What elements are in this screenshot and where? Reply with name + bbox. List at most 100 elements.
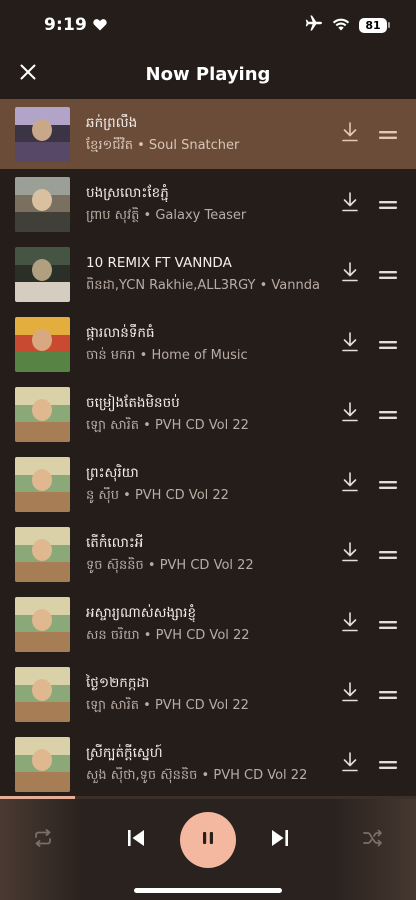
album-art-band — [15, 701, 70, 722]
download-icon — [342, 752, 358, 776]
player-controls — [0, 796, 416, 900]
drag-handle[interactable] — [378, 194, 398, 214]
download-button[interactable] — [340, 542, 360, 564]
track-title: ឆក់ព្រលឹង — [86, 114, 138, 131]
skip-previous-icon — [126, 829, 146, 851]
track-actions — [330, 332, 416, 356]
home-indicator — [134, 888, 282, 893]
pause-button[interactable] — [180, 812, 236, 868]
album-art-figure — [32, 398, 52, 421]
track-row[interactable]: ផ្ការលាន់ទឹកធំ ចាន់ មករា • Home of Music — [0, 309, 416, 379]
track-subtitle: សួង ស៊ីថា,ទូច ស៊ុននិច • PVH CD Vol 22 — [86, 767, 308, 783]
track-title: អស្ចារ្យណាស់សង្សារខ្ញុំ — [86, 604, 197, 621]
download-button[interactable] — [340, 752, 360, 776]
status-time-group: 9:19 — [44, 15, 107, 35]
drag-handle-icon — [379, 405, 397, 424]
track-meta: តើកំលោះអី ទូច ស៊ុននិច • PVH CD Vol 22 — [86, 534, 330, 575]
shuffle-button[interactable] — [359, 826, 387, 854]
track-meta: 10 REMIX FT VANNDA ពិនដា,YCN Rakhie,ALL3R… — [86, 254, 330, 295]
track-meta: បងស្រលោះខែភ្ជុំ ព្រាប សុវត្ថិ • Galaxy Te… — [86, 184, 330, 225]
download-button[interactable] — [340, 192, 360, 216]
track-row[interactable]: អស្ចារ្យណាស់សង្សារខ្ញុំសន ចរិយា • PVH CD… — [0, 589, 416, 659]
drag-handle-icon — [379, 335, 397, 354]
close-button[interactable] — [14, 60, 42, 88]
track-subtitle: នូ ស៊ីប • PVH CD Vol 22 — [86, 487, 229, 503]
album-art-figure — [32, 608, 52, 631]
repeat-button[interactable] — [29, 826, 57, 854]
track-row[interactable]: ព្រះសុរិយានូ ស៊ីប • PVH CD Vol 22 — [0, 449, 416, 519]
track-row[interactable]: បងស្រលោះខែភ្ជុំ ព្រាប សុវត្ថិ • Galaxy Te… — [0, 169, 416, 239]
drag-handle[interactable] — [378, 264, 398, 284]
drag-handle[interactable] — [378, 404, 398, 424]
next-button[interactable] — [266, 826, 294, 854]
track-row-active[interactable]: ឆក់ព្រលឹង ខ្មែរ១ជីវិត • Soul Snatcher — [0, 99, 416, 169]
track-title: តើកំលោះអី — [86, 534, 144, 551]
status-time: 9:19 — [44, 15, 88, 35]
pause-icon — [200, 830, 216, 850]
track-subtitle: ឡោ សារិត • PVH CD Vol 22 — [86, 417, 249, 433]
drag-handle[interactable] — [378, 124, 398, 144]
drag-handle[interactable] — [378, 684, 398, 704]
drag-handle-icon — [379, 265, 397, 284]
download-icon — [342, 192, 358, 216]
album-art-band — [15, 631, 70, 652]
drag-handle[interactable] — [378, 474, 398, 494]
track-actions — [330, 472, 416, 496]
track-title: ផ្ការលាន់ទឹកធំ — [86, 324, 155, 341]
track-row[interactable]: ថ្ងៃ១២កក្កដា ឡោ សារិត • PVH CD Vol 22 — [0, 659, 416, 729]
download-button[interactable] — [340, 472, 360, 496]
album-art — [15, 456, 70, 512]
progress-bar[interactable] — [0, 796, 416, 799]
download-icon — [342, 332, 358, 356]
download-button[interactable] — [340, 682, 360, 704]
track-subtitle: សន ចរិយា • PVH CD Vol 22 — [86, 627, 250, 643]
download-button[interactable] — [340, 122, 360, 144]
track-meta: ចម្រៀងតែងមិនចប់ ឡោ សារិត • PVH CD Vol 22 — [86, 394, 330, 435]
track-title: ព្រះសុរិយា — [86, 464, 139, 481]
download-icon — [342, 612, 358, 636]
album-art-figure — [32, 328, 52, 351]
repeat-icon — [32, 829, 54, 851]
album-art-band — [15, 141, 70, 162]
drag-handle[interactable] — [378, 334, 398, 354]
drag-handle[interactable] — [378, 754, 398, 774]
download-button[interactable] — [340, 262, 360, 284]
track-title: ស្រីក្បត់ក្ដីស្នេហ៍ — [86, 744, 163, 761]
album-art-band — [15, 561, 70, 582]
progress-fill — [0, 796, 75, 799]
download-icon — [342, 472, 358, 496]
drag-handle-icon — [379, 755, 397, 774]
album-art — [15, 666, 70, 722]
track-meta: ផ្ការលាន់ទឹកធំ ចាន់ មករា • Home of Music — [86, 324, 330, 365]
battery-indicator: 81 — [359, 17, 390, 33]
album-art — [15, 176, 70, 232]
track-meta: អស្ចារ្យណាស់សង្សារខ្ញុំសន ចរិយា • PVH CD… — [86, 604, 330, 645]
download-button[interactable] — [340, 332, 360, 356]
battery-tip — [388, 22, 390, 28]
drag-handle-icon — [379, 545, 397, 564]
album-art-band — [15, 421, 70, 442]
album-art-figure — [32, 468, 52, 491]
track-row[interactable]: ស្រីក្បត់ក្ដីស្នេហ៍សួង ស៊ីថា,ទូច ស៊ុននិច… — [0, 729, 416, 796]
now-playing-header: Now Playing — [0, 52, 416, 96]
track-row[interactable]: 10 REMIX FT VANNDA ពិនដា,YCN Rakhie,ALL3R… — [0, 239, 416, 309]
track-row[interactable]: តើកំលោះអី ទូច ស៊ុននិច • PVH CD Vol 22 — [0, 519, 416, 589]
track-title: ថ្ងៃ១២កក្កដា — [86, 674, 150, 691]
queue-list: ឆក់ព្រលឹង ខ្មែរ១ជីវិត • Soul Snatcher បងស្… — [0, 99, 416, 796]
download-button[interactable] — [340, 402, 360, 424]
drag-handle[interactable] — [378, 614, 398, 634]
close-icon — [20, 64, 36, 84]
download-button[interactable] — [340, 612, 360, 636]
track-meta: ថ្ងៃ១២កក្កដា ឡោ សារិត • PVH CD Vol 22 — [86, 674, 330, 715]
transport-controls — [0, 812, 416, 868]
track-actions — [330, 402, 416, 424]
battery-level: 81 — [359, 17, 387, 33]
wifi-icon — [332, 16, 350, 35]
album-art-band — [15, 351, 70, 372]
previous-button[interactable] — [122, 826, 150, 854]
track-row[interactable]: ចម្រៀងតែងមិនចប់ ឡោ សារិត • PVH CD Vol 22 — [0, 379, 416, 449]
skip-next-icon — [270, 829, 290, 851]
drag-handle[interactable] — [378, 544, 398, 564]
album-art-figure — [32, 678, 52, 701]
track-meta: ឆក់ព្រលឹង ខ្មែរ១ជីវិត • Soul Snatcher — [86, 114, 330, 155]
